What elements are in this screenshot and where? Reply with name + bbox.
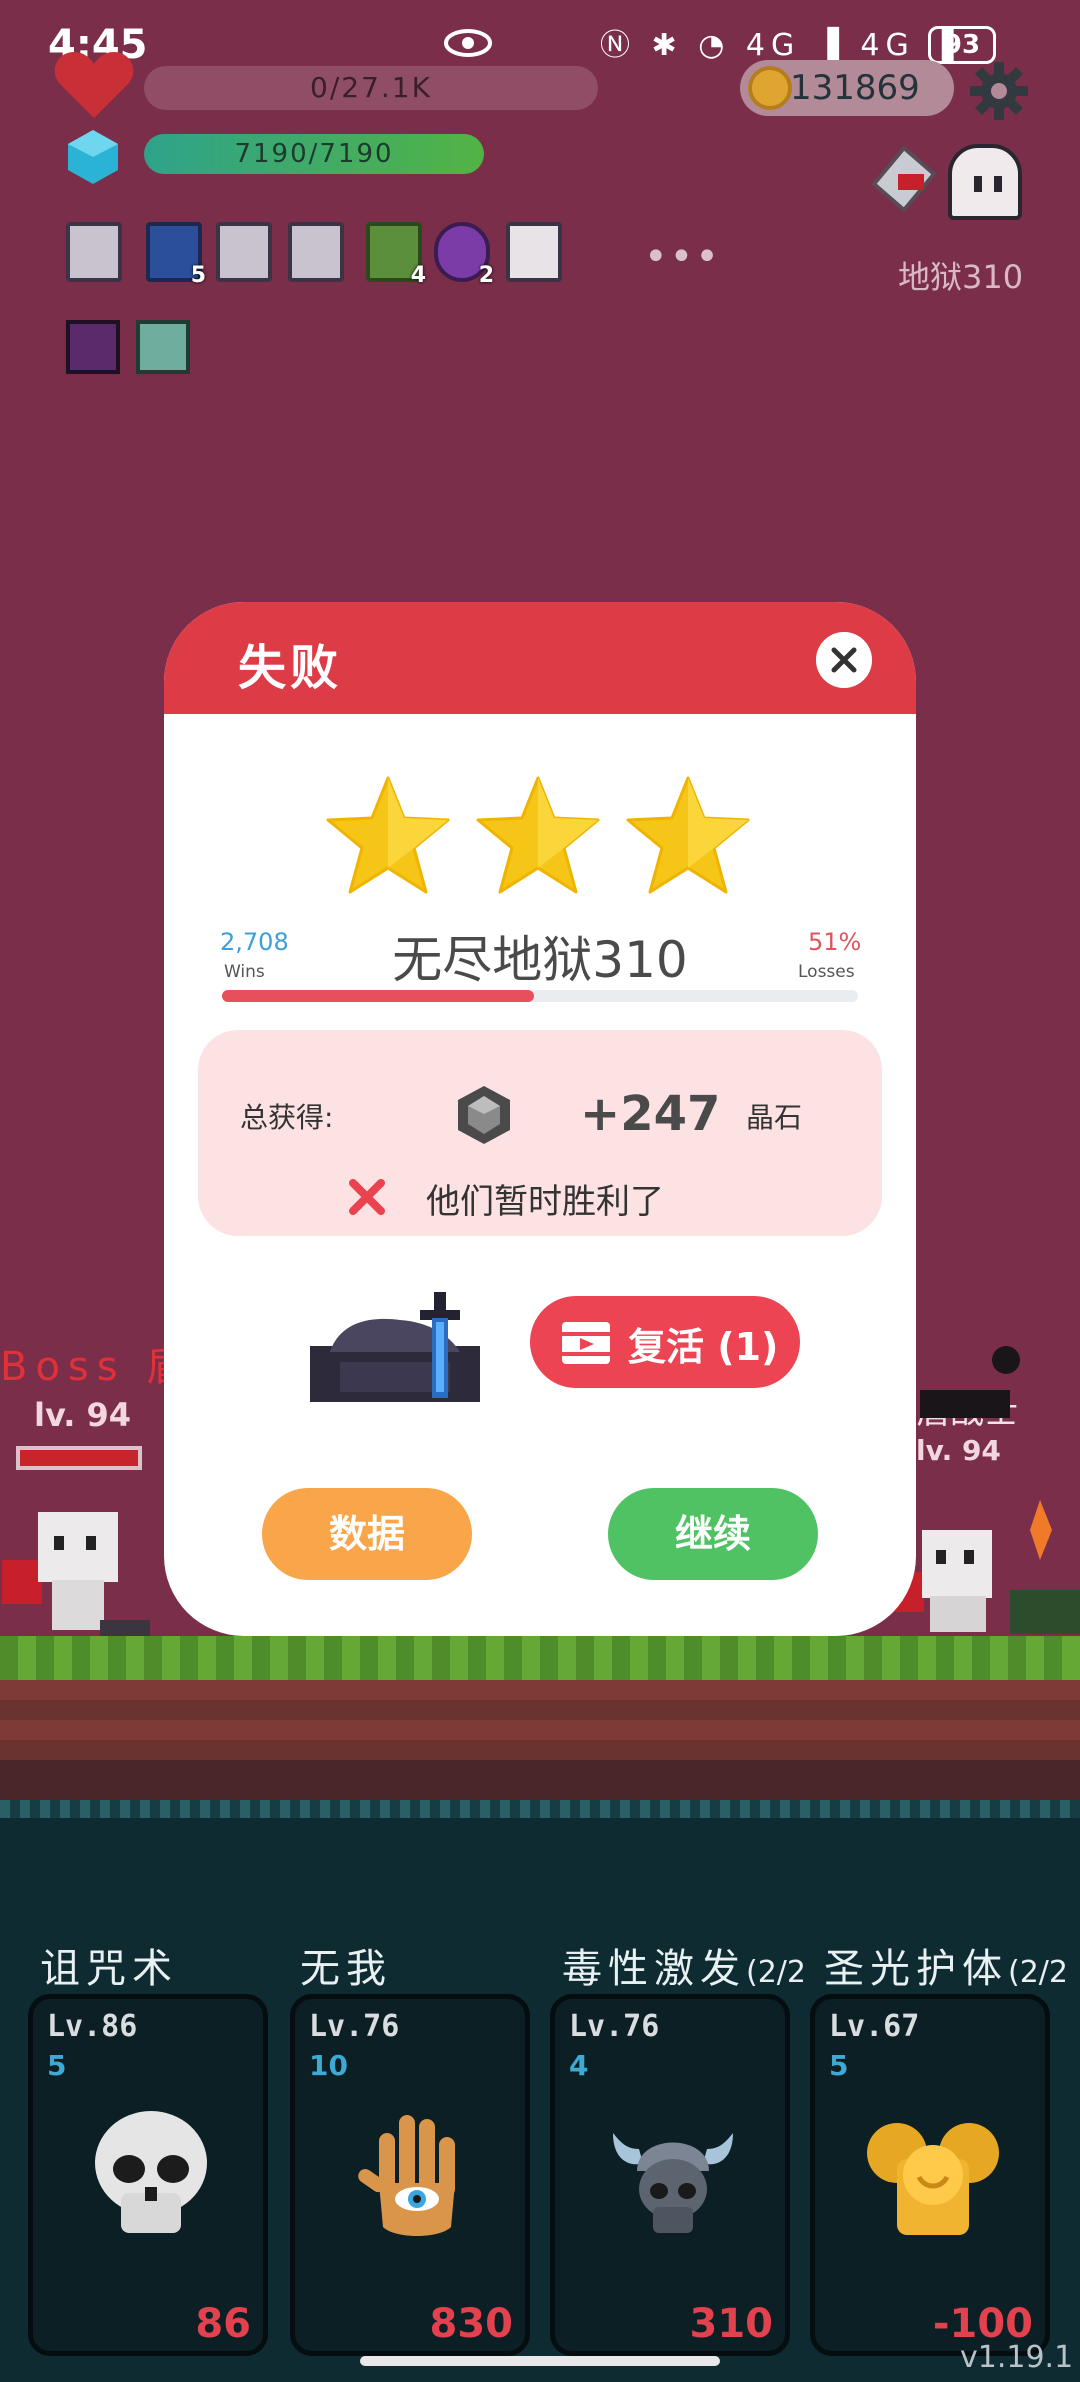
player-ghost-sprite: [2, 1512, 150, 1636]
reward-unit: 晶石: [746, 1101, 803, 1134]
network-status-icons: Ⓝ ✱ ◔ 4G ▐ 4G ▐: [600, 28, 960, 63]
skill-card-curse[interactable]: Lv.86 5 86: [28, 1994, 268, 2356]
demon-buff-icon: [66, 320, 120, 374]
item-count: 4: [410, 263, 426, 288]
revive-label: 复活 (1): [628, 1325, 779, 1369]
mana-bar: 7190/7190: [144, 134, 484, 174]
reward-label: 总获得:: [240, 1101, 334, 1134]
data-button[interactable]: 数据: [262, 1488, 472, 1580]
blood-cleaver-icon: [871, 145, 937, 212]
hp-text: 0/27.1K: [310, 71, 432, 104]
skill-card-selfless[interactable]: Lv.76 10 830: [290, 1994, 530, 2356]
coin-counter: 131869: [740, 60, 954, 116]
item-count: 5: [190, 263, 206, 288]
dialog-header: 失败: [164, 602, 916, 714]
defeat-dialog: 失败 2,708 Wins 无尽地狱310 51% Losses 总获得: +2…: [164, 602, 916, 1636]
heart-icon: [54, 52, 134, 118]
version-label: v1.19.1: [960, 2340, 1074, 2375]
skill-cooldown: 5: [829, 2049, 849, 2082]
bible-icon[interactable]: 5: [146, 222, 206, 288]
item-count: 2: [478, 263, 494, 288]
battery-indicator: 93: [928, 26, 996, 64]
mana-gem-icon: [68, 130, 118, 184]
crystal-icon: [458, 1086, 510, 1144]
skill-cooldown: 5: [47, 2049, 67, 2082]
light-buff-icon: [136, 320, 190, 374]
boss-hp-bar: [16, 1446, 142, 1470]
win-loss-fill: [222, 990, 534, 1002]
reward-panel: 总获得: +247 晶石 他们暂时胜利了: [198, 1030, 882, 1236]
ghost-icon: [948, 144, 1022, 220]
skill-title: 毒性激发(2/2: [562, 1946, 806, 1992]
star-icon: [476, 776, 600, 894]
skill-card-poison-burst[interactable]: Lv.76 4 310: [550, 1994, 790, 2356]
tombstone-sword-icon: [310, 1292, 480, 1402]
ground-deep: [0, 1760, 1080, 1800]
ground-grass: [0, 1636, 1080, 1680]
enemy-level-label: lv. 94: [916, 1434, 1001, 1467]
scroll-icon[interactable]: [66, 222, 122, 282]
losses-value: 51%: [808, 928, 862, 956]
bomb-icon: [920, 1346, 1020, 1418]
skill-value: 86: [195, 2301, 251, 2347]
skill-title: 诅咒术: [40, 1946, 178, 1992]
skill-level: Lv.67: [829, 2009, 920, 2044]
skill-level: Lv.76: [309, 2009, 400, 2044]
enemy-ghost-sprite: [894, 1500, 1080, 1634]
skill-level: Lv.86: [47, 2009, 138, 2044]
video-icon: [562, 1322, 610, 1364]
fail-message: 他们暂时胜利了: [426, 1182, 664, 1222]
win-loss-bar: [222, 990, 858, 1002]
viking-skull-icon: [613, 2133, 733, 2233]
mana-text: 7190/7190: [234, 139, 394, 169]
skull-icon: [95, 2111, 207, 2233]
skill-title: 无我: [300, 1946, 392, 1992]
hp-bar: 0/27.1K: [144, 66, 598, 110]
continue-button[interactable]: 继续: [608, 1488, 818, 1580]
close-icon[interactable]: [816, 632, 872, 688]
scroll-icon[interactable]: [216, 222, 272, 282]
skill-value: 310: [689, 2301, 774, 2347]
reward-value: +247: [580, 1086, 721, 1142]
star-rating: [324, 774, 764, 894]
green-card-icon[interactable]: 4: [366, 222, 426, 288]
more-items-button[interactable]: •••: [644, 234, 721, 280]
level-label: 地狱310: [898, 258, 1024, 296]
water-line: [0, 1800, 1080, 1818]
coin-value: 131869: [790, 68, 920, 108]
losses-label: Losses: [798, 962, 855, 982]
potion-icon[interactable]: 2: [434, 222, 494, 288]
skill-cooldown: 10: [309, 2049, 348, 2082]
boss-level-label: lv. 94: [34, 1396, 132, 1434]
skill-cooldown: 4: [569, 2049, 589, 2082]
eye-icon: [444, 29, 492, 57]
coin-icon: [748, 66, 792, 110]
star-icon: [326, 776, 450, 894]
cards-icon[interactable]: [506, 222, 562, 282]
home-indicator[interactable]: [360, 2356, 720, 2366]
cross-icon: [349, 1179, 385, 1215]
dialog-title: 失败: [238, 640, 343, 696]
skill-title: 圣光护体(2/2: [824, 1946, 1068, 1992]
eye-hand-icon: [358, 2115, 455, 2236]
star-icon: [626, 776, 750, 894]
revive-button[interactable]: 复活 (1): [530, 1296, 800, 1388]
golden-armor-icon: [867, 2123, 999, 2235]
skill-value: 830: [429, 2301, 514, 2347]
skill-card-holy-shield[interactable]: Lv.67 5 -100: [810, 1994, 1050, 2356]
skill-level: Lv.76: [569, 2009, 660, 2044]
scroll-icon[interactable]: [288, 222, 344, 282]
gear-icon[interactable]: [970, 62, 1028, 120]
